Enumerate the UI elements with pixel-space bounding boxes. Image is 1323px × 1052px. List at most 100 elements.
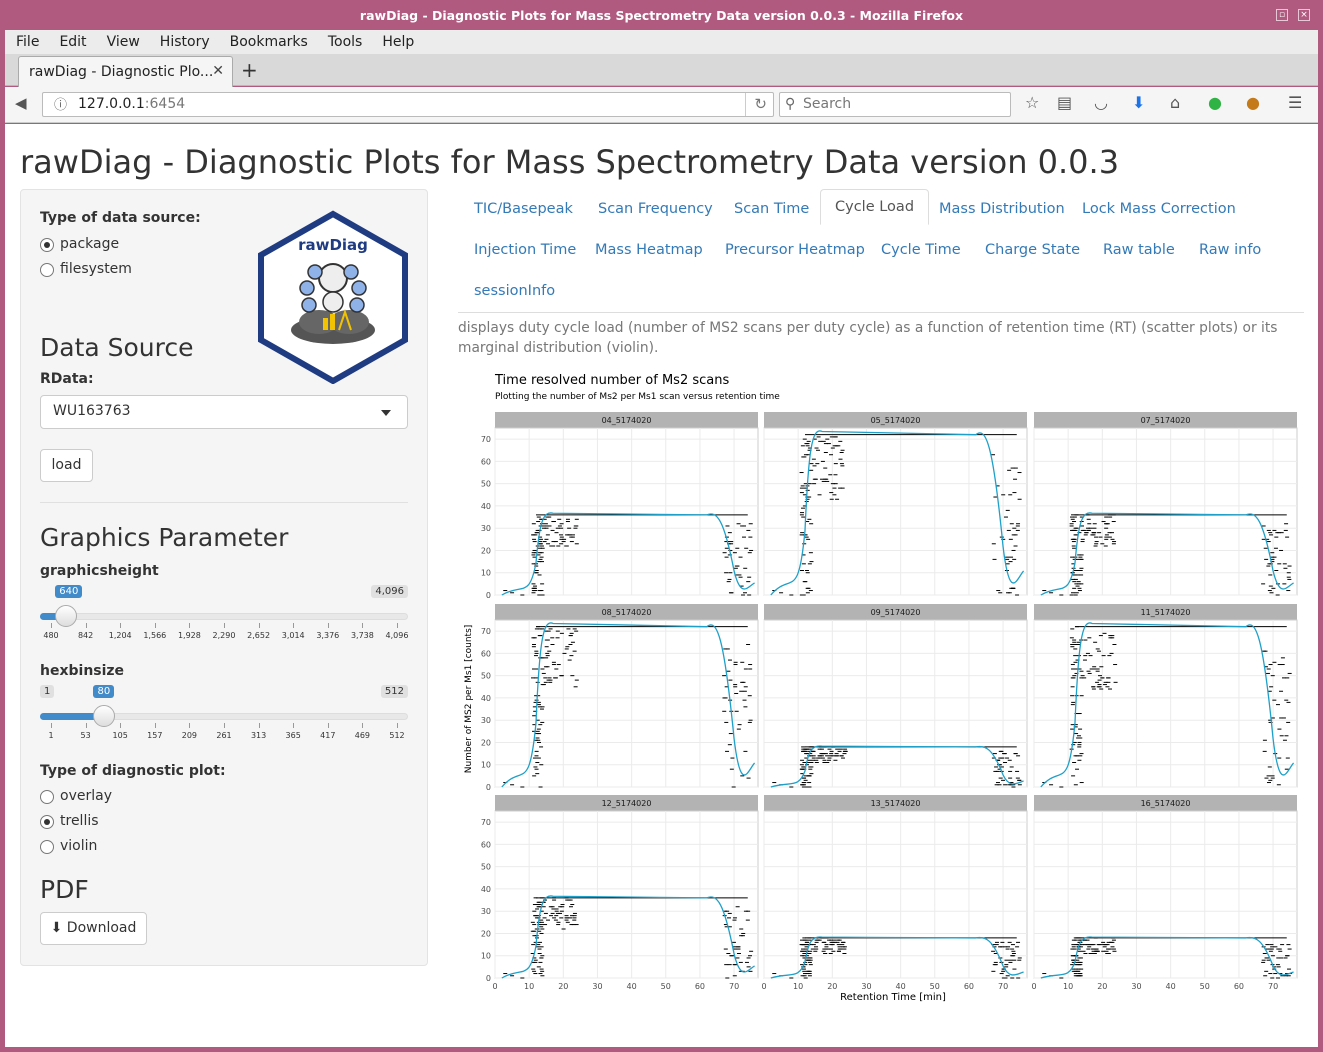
back-icon[interactable]: ◀ <box>15 94 27 112</box>
download-label: Download <box>66 920 137 936</box>
slider-tick-mark <box>362 723 364 728</box>
home-icon[interactable]: ⌂ <box>1170 93 1180 112</box>
tab-cycle-time[interactable]: Cycle Time <box>881 242 961 258</box>
radio-trellis[interactable]: trellis <box>40 813 99 829</box>
menu-edit[interactable]: Edit <box>59 34 86 50</box>
slider-tick-mark <box>120 623 122 628</box>
tab-mass-distribution[interactable]: Mass Distribution <box>939 201 1065 217</box>
x-axis-label: Retention Time [min] <box>840 992 946 1003</box>
slider-tick-label: 1 <box>48 731 54 740</box>
tab-lock-mass-correction[interactable]: Lock Mass Correction <box>1082 201 1236 217</box>
tab-raw-info[interactable]: Raw info <box>1199 242 1261 258</box>
slider-tick-label: 417 <box>320 731 336 740</box>
y-tick-label: 30 <box>481 524 491 533</box>
slider-tick-label: 313 <box>250 731 267 740</box>
tab-precursor-heatmap[interactable]: Precursor Heatmap <box>725 242 865 258</box>
hexbinsize-label: hexbinsize <box>40 663 125 679</box>
menu-help[interactable]: Help <box>382 34 414 50</box>
slider-value: 80 <box>93 685 115 698</box>
tab-cycle-load[interactable]: Cycle Load <box>820 189 930 225</box>
x-tick-label: 70 <box>729 982 739 991</box>
y-axis-label: Number of MS2 per Ms1 [counts] <box>464 625 474 774</box>
tab-session-info[interactable]: sessionInfo <box>474 283 555 299</box>
radio-package-circle[interactable] <box>40 238 54 252</box>
url-host: 127.0.0.1 <box>78 96 145 112</box>
x-tick-label: 50 <box>1200 982 1210 991</box>
url-port: :6454 <box>144 96 186 112</box>
chart-subtitle: Plotting the number of Ms2 per Ms1 scan … <box>495 392 780 402</box>
radio-overlay-circle[interactable] <box>40 790 54 804</box>
search-input[interactable]: ⚲ Search <box>779 92 1011 117</box>
window-titlebar: rawDiag - Diagnostic Plots for Mass Spec… <box>0 0 1323 30</box>
menu-bookmarks[interactable]: Bookmarks <box>230 34 308 50</box>
monkey-extension-icon[interactable]: ● <box>1246 93 1260 112</box>
panel-background <box>1033 810 1298 979</box>
tab-scan-time[interactable]: Scan Time <box>734 201 809 217</box>
download-icon: ⬇ <box>50 920 63 936</box>
menu-view[interactable]: View <box>107 34 140 50</box>
url-bar[interactable]: ⓘ 127.0.0.1:6454 ↻ <box>42 92 774 117</box>
slider-value: 640 <box>55 585 83 598</box>
y-tick-label: 50 <box>481 672 491 681</box>
rawdiag-logo: rawDiag <box>258 210 408 384</box>
x-tick-label: 0 <box>492 982 497 991</box>
tab-scan-frequency[interactable]: Scan Frequency <box>598 201 713 217</box>
new-tab-icon[interactable]: + <box>241 58 258 82</box>
radio-package-label: package <box>60 236 120 252</box>
slider-tick-label: 3,738 <box>350 631 374 640</box>
tab-charge-state[interactable]: Charge State <box>985 242 1080 258</box>
radio-trellis-circle[interactable] <box>40 815 54 829</box>
y-tick-label: 60 <box>481 457 491 466</box>
reload-icon[interactable]: ↻ <box>745 93 767 116</box>
info-icon[interactable]: ⓘ <box>54 94 67 117</box>
slider-tick-label: 469 <box>354 731 371 740</box>
menu-tools[interactable]: Tools <box>328 34 363 50</box>
radio-filesystem-circle[interactable] <box>40 263 54 277</box>
hamburger-menu-icon[interactable]: ☰ <box>1288 93 1302 112</box>
graphicsheight-slider[interactable]: 640 4,096 480 842 1,204 1,566 1,928 2,290 2,65… <box>40 585 408 649</box>
slider-tick-mark <box>327 623 329 628</box>
hexbinsize-slider[interactable]: 1 80 512 1 53 105 157 209 261 313 365 417 469 512 <box>40 685 408 749</box>
tab-tic-basepeak[interactable]: TIC/Basepeak <box>474 201 573 217</box>
tabs-underline <box>458 312 1304 313</box>
window-title: rawDiag - Diagnostic Plots for Mass Spec… <box>359 8 964 23</box>
panel-strip-label: 13_5174020 <box>871 799 921 808</box>
radio-violin-circle[interactable] <box>40 840 54 854</box>
x-tick-label: 30 <box>861 982 871 991</box>
panel-strip-label: 09_5174020 <box>871 608 921 617</box>
y-tick-label: 30 <box>481 716 491 725</box>
rdata-select[interactable]: WU163763 <box>40 395 408 429</box>
browser-tab[interactable]: rawDiag - Diagnostic Plo... ✕ <box>18 56 233 87</box>
radio-package[interactable]: package <box>40 236 119 252</box>
tab-mass-heatmap[interactable]: Mass Heatmap <box>595 242 703 258</box>
y-tick-label: 20 <box>481 738 491 747</box>
slider-track[interactable] <box>40 613 408 620</box>
x-tick-label: 50 <box>930 982 940 991</box>
menu-file[interactable]: File <box>16 34 39 50</box>
slider-tick-label: 2,290 <box>212 631 236 640</box>
grammarly-icon[interactable]: ● <box>1208 93 1222 112</box>
x-tick-label: 10 <box>524 982 534 991</box>
x-tick-label: 40 <box>1166 982 1176 991</box>
download-button[interactable]: ⬇ Download <box>40 912 147 945</box>
close-tab-icon[interactable]: ✕ <box>212 63 224 79</box>
chart-title: Time resolved number of Ms2 scans <box>494 373 729 388</box>
tab-injection-time[interactable]: Injection Time <box>474 242 576 258</box>
slider-tick-mark <box>258 723 260 728</box>
bookmark-star-icon[interactable]: ☆ <box>1025 93 1039 112</box>
pocket-icon[interactable]: ◡ <box>1094 93 1108 112</box>
download-arrow-icon[interactable]: ⬇ <box>1132 93 1145 112</box>
slider-tick-label: 1,204 <box>108 631 132 640</box>
slider-min: 1 <box>40 685 55 698</box>
radio-violin[interactable]: violin <box>40 838 97 854</box>
menu-history[interactable]: History <box>160 34 210 50</box>
load-button[interactable]: load <box>40 449 93 482</box>
radio-filesystem[interactable]: filesystem <box>40 261 132 277</box>
slider-tick-label: 53 <box>80 731 91 740</box>
tab-raw-table[interactable]: Raw table <box>1103 242 1175 258</box>
minimize-icon[interactable]: ▫ <box>1276 9 1288 21</box>
close-window-icon[interactable]: × <box>1298 9 1310 21</box>
reader-list-icon[interactable]: ▤ <box>1057 93 1072 112</box>
radio-overlay[interactable]: overlay <box>40 788 112 804</box>
plot-type-label: Type of diagnostic plot: <box>40 763 226 779</box>
